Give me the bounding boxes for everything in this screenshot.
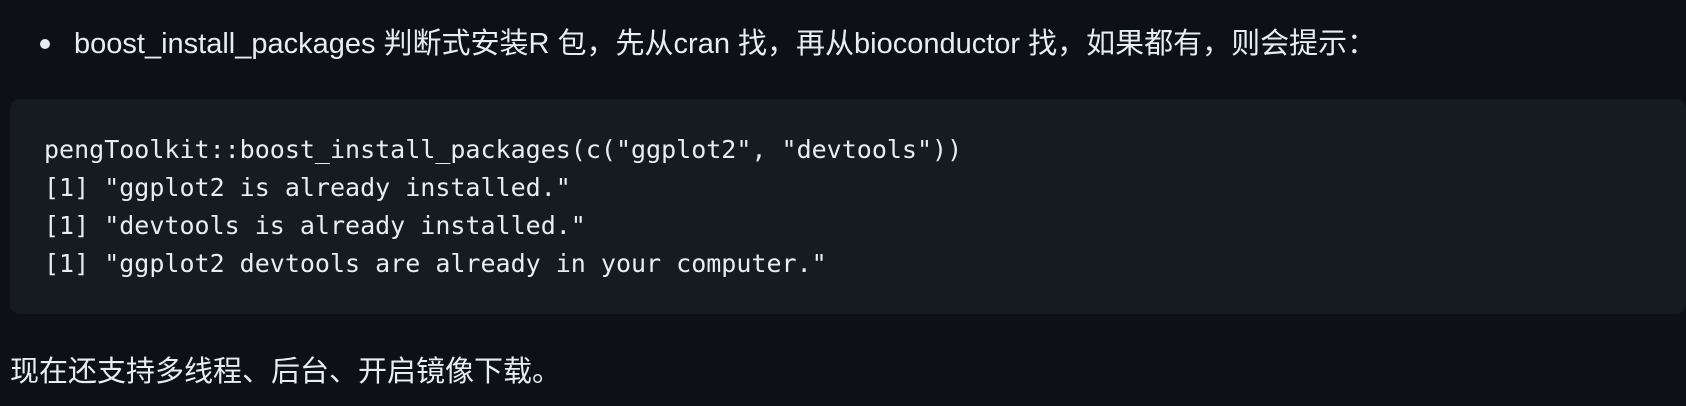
code-line: [1] "ggplot2 is already installed.": [44, 173, 571, 202]
code-line: pengToolkit::boost_install_packages(c("g…: [44, 135, 963, 164]
list-item: boost_install_packages 判断式安装R 包，先从cran 找…: [40, 22, 1376, 66]
code-block: pengToolkit::boost_install_packages(c("g…: [10, 99, 1686, 314]
code-line: [1] "devtools is already installed.": [44, 211, 586, 240]
code-line: [1] "ggplot2 devtools are already in you…: [44, 249, 827, 278]
paragraph: 现在还支持多线程、后台、开启镜像下载。: [10, 356, 562, 388]
bullet-dot-icon: [40, 39, 50, 49]
list-item-text: boost_install_packages 判断式安装R 包，先从cran 找…: [74, 28, 1377, 60]
